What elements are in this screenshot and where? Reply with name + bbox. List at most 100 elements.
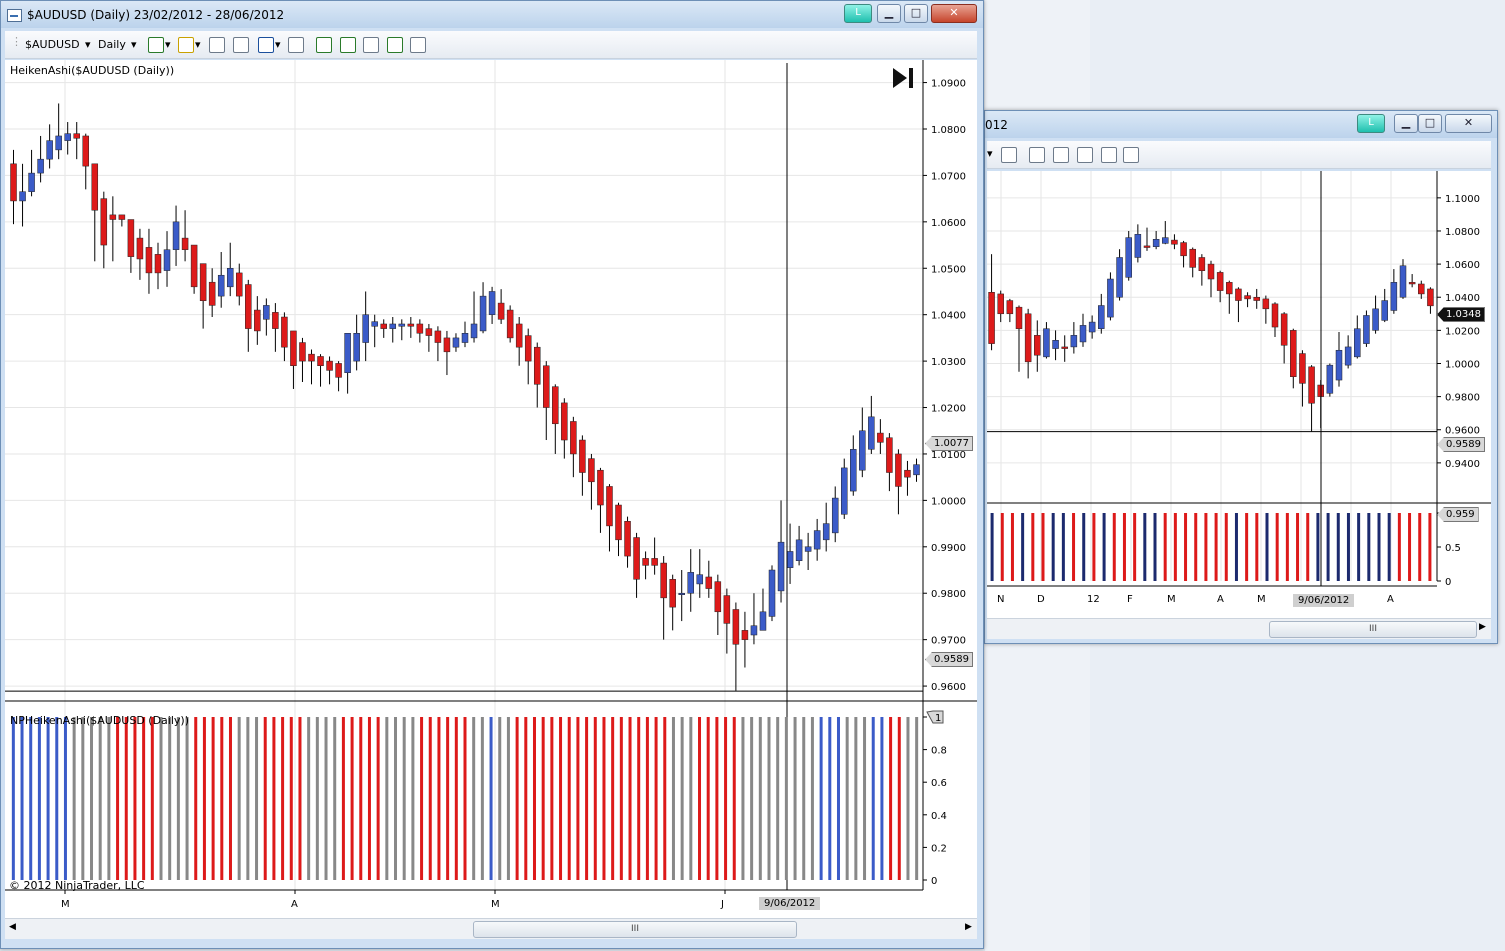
- horizontal-scrollbar[interactable]: III ▶: [987, 618, 1491, 639]
- candle-body: [741, 630, 749, 640]
- scroll-right-arrow[interactable]: ▶: [1479, 622, 1486, 632]
- hline-price-marker: 0.9589: [1437, 437, 1485, 452]
- scroll-thumb[interactable]: III: [1269, 621, 1477, 638]
- candle-body: [506, 309, 514, 339]
- indicator-bar: [524, 717, 528, 880]
- chart-style-icon[interactable]: [148, 37, 164, 53]
- instrument-dropdown-arrow[interactable]: ▾: [85, 38, 91, 51]
- indicator-bar: [90, 717, 94, 880]
- indicator-bar: [732, 717, 736, 880]
- zoom-in-icon[interactable]: [209, 37, 225, 53]
- candle-body: [904, 469, 911, 478]
- candle-body: [1162, 237, 1169, 244]
- candle-body: [552, 386, 559, 425]
- candle-body: [1180, 242, 1187, 257]
- indicator-bar: [1194, 513, 1198, 581]
- candle-body: [263, 305, 270, 320]
- price-tick-label: 1.0600: [1445, 260, 1480, 271]
- close-button[interactable]: ✕: [931, 4, 977, 23]
- strategies-icon[interactable]: [363, 37, 379, 53]
- indicator-bar: [1397, 513, 1401, 581]
- scroll-right-arrow[interactable]: ▶: [965, 922, 972, 932]
- drawing-tool-icon[interactable]: [178, 37, 194, 53]
- indicator-bar: [758, 717, 762, 880]
- title-bar[interactable]: 012 L ▁ □ ✕: [985, 111, 1497, 138]
- chevron-down-icon[interactable]: ▾: [275, 38, 281, 51]
- chevron-down-icon[interactable]: ▾: [987, 147, 993, 160]
- indicator-bar: [750, 717, 754, 880]
- candle-body: [443, 337, 451, 353]
- indicator-bar: [567, 717, 571, 880]
- time-axis-label: A: [1387, 594, 1394, 605]
- candle-body: [777, 541, 785, 592]
- indicator-bar: [359, 717, 363, 880]
- time-axis-label: M: [491, 899, 500, 910]
- chart-trader-icon[interactable]: [316, 37, 332, 53]
- indicators-icon[interactable]: [1053, 147, 1069, 163]
- candle-body: [452, 337, 460, 348]
- indicator-bar: [446, 717, 450, 880]
- candle-body: [1418, 283, 1425, 295]
- minimize-button[interactable]: ▁: [877, 4, 901, 23]
- indicator-bar: [541, 717, 545, 880]
- close-button[interactable]: ✕: [1445, 114, 1492, 133]
- secondary-chart-area[interactable]: 1.1000 1.0800 1.0600 1.0400 1.0200 1.0000 0.98…: [987, 171, 1491, 618]
- maximize-button[interactable]: □: [1418, 114, 1442, 133]
- title-bar[interactable]: $AUDUSD (Daily) 23/02/2012 - 28/06/2012 …: [1, 1, 983, 28]
- indicators-icon[interactable]: [340, 37, 356, 53]
- indicator-bar: [776, 717, 780, 880]
- scroll-thumb[interactable]: III: [473, 921, 797, 938]
- chart-area[interactable]: 1.0900 1.0800 1.0700 1.0600 1.0500 1.0400 1.03…: [5, 60, 977, 918]
- properties-icon[interactable]: [1123, 147, 1139, 163]
- candle-body: [1226, 282, 1233, 295]
- horizontal-scrollbar[interactable]: ◀ III ▶: [5, 918, 977, 939]
- chevron-down-icon[interactable]: ▾: [165, 38, 171, 51]
- indicator-bar: [619, 717, 623, 880]
- indicator-bar: [1204, 513, 1208, 581]
- maximize-button[interactable]: □: [904, 4, 928, 23]
- indicator-bar: [1316, 513, 1320, 581]
- indicator-bar: [98, 717, 102, 880]
- scroll-left-arrow[interactable]: ◀: [9, 922, 16, 932]
- indicator-bar: [228, 717, 232, 880]
- minimize-button[interactable]: ▁: [1394, 114, 1418, 133]
- zoom-icon[interactable]: [288, 37, 304, 53]
- indicator-bar: [246, 717, 250, 880]
- toolbar-grip-icon: ⋮: [11, 35, 22, 48]
- link-button[interactable]: L: [844, 4, 872, 23]
- interval-selector[interactable]: Daily: [98, 38, 126, 51]
- properties-icon[interactable]: [410, 37, 426, 53]
- dollar-icon[interactable]: [387, 37, 403, 53]
- chevron-down-icon[interactable]: ▾: [195, 38, 201, 51]
- instrument-selector[interactable]: $AUDUSD: [25, 38, 80, 51]
- candle-body: [997, 293, 1004, 315]
- candle-body: [913, 464, 920, 476]
- zoom-out-icon[interactable]: [233, 37, 249, 53]
- candle-body: [813, 530, 821, 550]
- link-button[interactable]: L: [1357, 114, 1385, 133]
- price-tick-label: 1.0800: [1445, 227, 1480, 238]
- crosshair-icon[interactable]: [258, 37, 274, 53]
- indicator-bar: [1357, 513, 1361, 581]
- dollar-icon[interactable]: [1101, 147, 1117, 163]
- indicator-bar: [1296, 513, 1300, 581]
- candle-body: [172, 221, 180, 250]
- strategies-icon[interactable]: [1077, 147, 1093, 163]
- chart-window-main[interactable]: $AUDUSD (Daily) 23/02/2012 - 28/06/2012 …: [0, 0, 984, 949]
- price-tick-label: 0.9600: [1445, 426, 1480, 437]
- time-axis-label: A: [1217, 594, 1224, 605]
- candle-body: [82, 135, 90, 167]
- chart-window-secondary[interactable]: 012 L ▁ □ ✕ ▾ 1.1000 1.0800 1.0600 1.0400 1.…: [984, 110, 1498, 644]
- chart-trader-icon[interactable]: [1029, 147, 1045, 163]
- candle-body: [786, 551, 794, 568]
- zoom-icon[interactable]: [1001, 147, 1017, 163]
- indicator-bar: [116, 717, 120, 880]
- candle-body: [1262, 298, 1270, 310]
- indicator-bar: [1224, 513, 1228, 581]
- indicator-bar: [46, 717, 50, 880]
- candle-body: [1216, 272, 1224, 291]
- indicator-tick-label: 0: [1445, 577, 1451, 588]
- interval-dropdown-arrow[interactable]: ▾: [131, 38, 137, 51]
- indicator-bar: [402, 717, 406, 880]
- indicator-value-marker: 0.959: [1437, 507, 1479, 522]
